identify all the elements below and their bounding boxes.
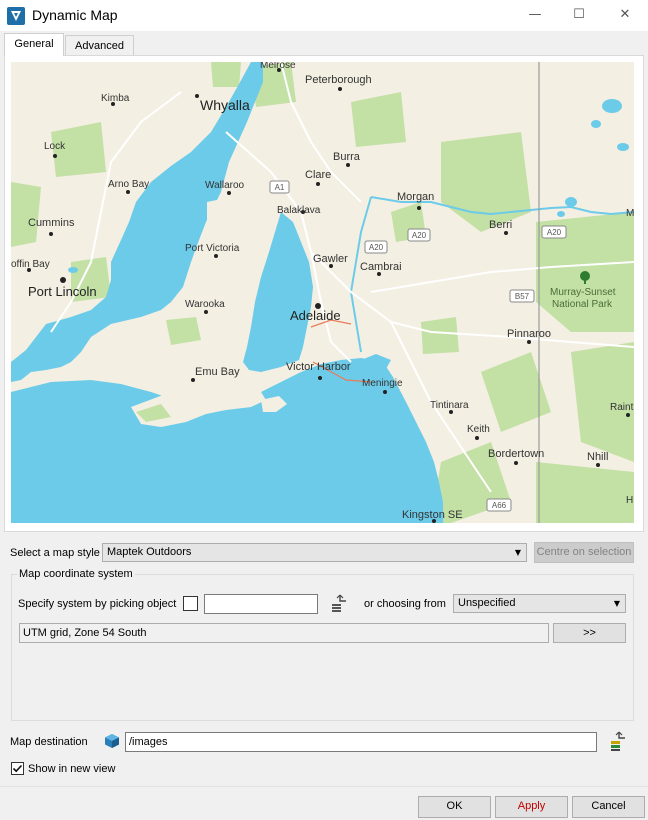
- place-label: Tintinara: [430, 400, 469, 411]
- tab-advanced-label: Advanced: [75, 40, 124, 52]
- place-label: Balaklava: [277, 205, 321, 216]
- shield-label: A20: [547, 228, 562, 237]
- cancel-button[interactable]: Cancel: [572, 796, 645, 818]
- place-label: Keith: [467, 424, 490, 435]
- place-label: Murray-Sunset: [550, 287, 616, 298]
- pick-object-field[interactable]: [204, 594, 318, 614]
- pick-object-checkbox[interactable]: [183, 596, 198, 611]
- close-icon[interactable]: ✕: [609, 3, 641, 27]
- shield-label: A1: [275, 183, 285, 192]
- place-label: Lock: [44, 141, 66, 152]
- place-label: Bordertown: [488, 448, 544, 460]
- apply-button-label: Apply: [517, 800, 546, 812]
- shield-label: A20: [412, 231, 427, 240]
- expand-button[interactable]: >>: [553, 623, 626, 643]
- grid-system-field: UTM grid, Zone 54 South: [19, 623, 549, 643]
- expand-button-label: >>: [583, 627, 596, 639]
- ok-button-label: OK: [446, 800, 463, 812]
- place-label: Pinnaroo: [507, 328, 551, 340]
- place-label: Clare: [305, 169, 331, 181]
- tab-general-label: General: [14, 38, 54, 50]
- map-style-select[interactable]: Maptek Outdoors ▼: [102, 543, 527, 562]
- place-label: Peterborough: [305, 74, 372, 86]
- check-icon: [12, 764, 23, 773]
- show-in-new-view-label: Show in new view: [28, 763, 116, 775]
- minimize-icon[interactable]: —: [519, 3, 551, 27]
- place-label: Arno Bay: [108, 179, 149, 190]
- map-destination-label: Map destination: [10, 736, 88, 748]
- map-style-value: Maptek Outdoors: [107, 546, 192, 558]
- place-label: Port Victoria: [185, 243, 240, 254]
- place-label: Emu Bay: [195, 366, 240, 378]
- place-label: Adelaide: [290, 308, 341, 323]
- place-label: Cambrai: [360, 261, 402, 273]
- coordinate-system-title: Map coordinate system: [17, 568, 135, 580]
- caret-down-icon: ▼: [514, 548, 521, 557]
- place-label: Wallaroo: [205, 180, 245, 191]
- place-label: H: [626, 495, 633, 506]
- place-label: Warooka: [185, 299, 225, 310]
- tab-advanced[interactable]: Advanced: [65, 35, 134, 56]
- shield-label: B57: [515, 292, 530, 301]
- place-label: Morgan: [397, 191, 434, 203]
- place-label: Whyalla: [200, 97, 250, 113]
- place-label: National Park: [552, 299, 613, 310]
- place-label: Kimba: [101, 93, 130, 104]
- pick-object-icon[interactable]: [330, 593, 350, 615]
- browse-folder-icon[interactable]: [609, 730, 629, 752]
- pick-object-label: Specify system by picking object: [18, 598, 177, 610]
- place-label: Cummins: [28, 217, 75, 229]
- place-label: Port Lincoln: [28, 284, 97, 299]
- cancel-button-label: Cancel: [591, 800, 626, 812]
- map-canvas[interactable]: A1 A20 A20 A20 B57 A66 Melrose Peterboro…: [11, 62, 634, 523]
- place-label: Melrose: [260, 62, 296, 71]
- place-label: offin Bay: [11, 259, 50, 270]
- caret-down-icon: ▼: [613, 599, 620, 608]
- place-label: Victor Harbor: [286, 361, 351, 373]
- shield-label: A66: [492, 501, 507, 510]
- map-view[interactable]: A1 A20 A20 A20 B57 A66 Melrose Peterboro…: [11, 62, 634, 523]
- apply-button[interactable]: Apply: [495, 796, 568, 818]
- maximize-icon[interactable]: ☐: [563, 3, 595, 27]
- map-style-label: Select a map style: [10, 547, 100, 559]
- coordinate-system-select[interactable]: Unspecified ▼: [453, 594, 626, 613]
- shield-label: A20: [369, 243, 384, 252]
- cube-icon: [105, 734, 119, 748]
- place-label: Burra: [333, 151, 361, 163]
- tab-general[interactable]: General: [4, 33, 64, 56]
- footer-divider: [0, 786, 648, 787]
- window-title: Dynamic Map: [32, 7, 118, 23]
- coordinate-system-value: Unspecified: [458, 597, 516, 609]
- ok-button[interactable]: OK: [418, 796, 491, 818]
- show-in-new-view-checkbox[interactable]: [11, 762, 24, 775]
- place-label: Meningie: [362, 378, 403, 389]
- centre-button-label: Centre on selection: [536, 546, 632, 558]
- map-destination-field[interactable]: /images: [125, 732, 597, 752]
- title-bar: Dynamic Map — ☐ ✕: [0, 0, 648, 31]
- place-label: Gawler: [313, 253, 348, 265]
- place-label: Raint: [610, 402, 634, 413]
- place-label: M: [626, 208, 634, 219]
- place-label: Nhill: [587, 451, 608, 463]
- place-label: Berri: [489, 219, 512, 231]
- or-choosing-label: or choosing from: [364, 598, 446, 610]
- centre-on-selection-button[interactable]: Centre on selection: [534, 542, 634, 563]
- place-label: Kingston SE: [402, 509, 463, 521]
- app-icon: [7, 7, 25, 25]
